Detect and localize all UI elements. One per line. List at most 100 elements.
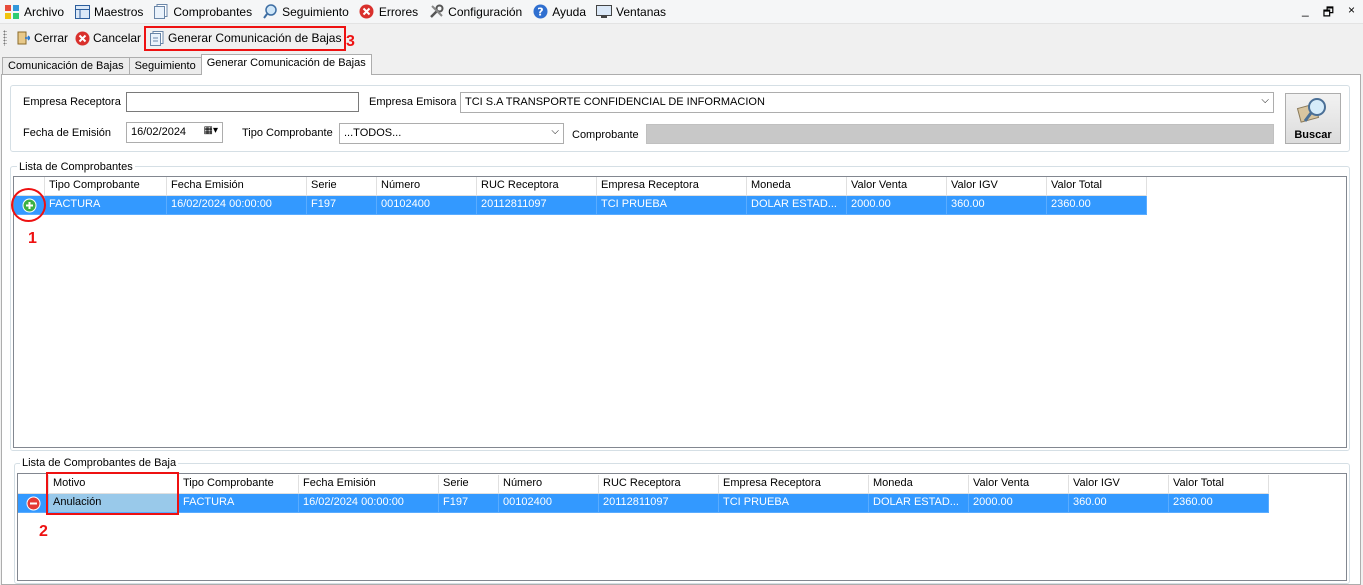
column-header[interactable]: Valor Total	[1169, 475, 1269, 494]
table-cell: 2360.00	[1169, 494, 1269, 513]
table-cell: 16/02/2024 00:00:00	[167, 196, 307, 215]
restore-button[interactable]: 🗗	[1323, 3, 1334, 24]
column-header[interactable]: Valor IGV	[947, 177, 1047, 196]
tools-icon	[428, 4, 444, 20]
table-cell: FACTURA	[45, 196, 167, 215]
column-header[interactable]: Valor IGV	[1069, 475, 1169, 494]
column-header[interactable]: Tipo Comprobante	[179, 475, 299, 494]
lista-bajas-grid[interactable]: Motivo Tipo Comprobante Fecha Emisión Serie…	[17, 473, 1347, 581]
column-header[interactable]: Tipo Comprobante	[45, 177, 167, 196]
fecha-emision-picker[interactable]: 16/02/2024 ▦▾	[126, 122, 223, 143]
column-header[interactable]: Valor Total	[1047, 177, 1147, 196]
column-header[interactable]: Moneda	[869, 475, 969, 494]
menu-archivo-label: Archivo	[24, 4, 65, 19]
menu-comprobantes[interactable]: Comprobantes	[149, 1, 258, 23]
close-button[interactable]: ×	[1348, 3, 1355, 24]
table-cell: TCI PRUEBA	[597, 196, 747, 215]
comprobante-label: Comprobante	[572, 129, 639, 141]
generar-comunicacion-label: Generar Comunicación de Bajas	[168, 31, 342, 45]
empresa-receptora-input[interactable]	[126, 92, 359, 112]
menu-configuracion[interactable]: Configuración	[424, 1, 528, 23]
buscar-button[interactable]: Buscar	[1285, 93, 1341, 144]
menu-comprobantes-label: Comprobantes	[173, 4, 253, 19]
tipo-comprobante-value: ...TODOS...	[344, 127, 402, 139]
cerrar-label: Cerrar	[34, 31, 69, 45]
empresa-emisora-select[interactable]: TCI S.A TRANSPORTE CONFIDENCIAL DE INFOR…	[460, 92, 1274, 113]
annotation-3: 3	[346, 33, 355, 50]
grid-header-row: Motivo Tipo Comprobante Fecha Emisión Serie…	[18, 475, 1269, 494]
empresa-emisora-label: Empresa Emisora	[369, 96, 457, 108]
menu-configuracion-label: Configuración	[448, 4, 523, 19]
column-header[interactable]: Valor Venta	[969, 475, 1069, 494]
column-header[interactable]: RUC Receptora	[477, 177, 597, 196]
cancel-icon	[74, 30, 90, 46]
tab-comunicacion-bajas[interactable]: Comunicación de Bajas	[2, 57, 130, 75]
calendar-dropdown-icon: ▦▾	[203, 125, 218, 136]
row-header-corner	[18, 475, 49, 494]
table-row[interactable]: Anulación FACTURA 16/02/2024 00:00:00 F197 0…	[18, 494, 1269, 513]
table-cell: 00102400	[499, 494, 599, 513]
lista-bajas-title: Lista de Comprobantes de Baja	[20, 457, 179, 469]
lista-comprobantes-grid[interactable]: Tipo Comprobante Fecha Emisión Serie Número…	[13, 176, 1347, 448]
column-header[interactable]: Empresa Receptora	[597, 177, 747, 196]
toolbar-grip[interactable]	[3, 30, 7, 46]
table-cell: 16/02/2024 00:00:00	[299, 494, 439, 513]
table-row[interactable]: FACTURA 16/02/2024 00:00:00 F197 00102400 20…	[14, 196, 1147, 215]
annotation-1: 1	[28, 230, 37, 247]
annotation-circle-1	[11, 188, 46, 222]
chevron-down-icon: ⌵	[551, 126, 559, 137]
monitor-icon	[596, 4, 613, 20]
minimize-button[interactable]: _	[1302, 3, 1309, 24]
generar-comunicacion-button[interactable]: Generar Comunicación de Bajas	[144, 25, 347, 51]
cancelar-button[interactable]: Cancelar	[71, 27, 144, 49]
grid-header-row: Tipo Comprobante Fecha Emisión Serie Número…	[14, 177, 1147, 196]
menu-seguimiento[interactable]: Seguimiento	[258, 1, 355, 23]
column-header[interactable]: RUC Receptora	[599, 475, 719, 494]
tab-strip: Comunicación de Bajas Seguimiento Genera…	[2, 54, 372, 75]
table-cell: 360.00	[1069, 494, 1169, 513]
column-header[interactable]: Moneda	[747, 177, 847, 196]
tab-seguimiento[interactable]: Seguimiento	[128, 57, 202, 75]
remove-icon[interactable]	[26, 496, 41, 511]
tipo-comprobante-select[interactable]: ...TODOS... ⌵	[339, 123, 564, 144]
menu-ventanas[interactable]: Ventanas	[592, 1, 672, 23]
comprobante-input	[646, 124, 1274, 144]
row-header[interactable]	[18, 494, 49, 513]
empresa-receptora-label: Empresa Receptora	[23, 96, 121, 108]
menu-maestros-label: Maestros	[94, 4, 144, 19]
tab-generar-comunicacion[interactable]: Generar Comunicación de Bajas	[200, 54, 372, 75]
cancelar-label: Cancelar	[93, 31, 142, 45]
error-icon	[359, 4, 375, 20]
lista-comprobantes-title: Lista de Comprobantes	[17, 161, 135, 173]
table-cell: FACTURA	[179, 494, 299, 513]
table-cell: 2000.00	[847, 196, 947, 215]
column-header[interactable]: Serie	[439, 475, 499, 494]
column-header[interactable]: Número	[499, 475, 599, 494]
search-icon	[1296, 96, 1330, 129]
table-cell: 20112811097	[477, 196, 597, 215]
column-header[interactable]: Empresa Receptora	[719, 475, 869, 494]
annotation-2: 2	[39, 523, 48, 540]
menu-maestros[interactable]: Maestros	[70, 1, 149, 23]
column-header[interactable]: Fecha Emisión	[299, 475, 439, 494]
cerrar-button[interactable]: Cerrar	[12, 27, 71, 49]
magnifier-icon	[262, 4, 278, 20]
annotation-box-motivo	[46, 472, 179, 515]
column-header[interactable]: Número	[377, 177, 477, 196]
window-controls: _ 🗗 ×	[1302, 3, 1355, 24]
menu-archivo[interactable]: Archivo	[0, 1, 70, 23]
table-cell: DOLAR ESTAD...	[869, 494, 969, 513]
table-cell: 360.00	[947, 196, 1047, 215]
menu-errores[interactable]: Errores	[355, 1, 424, 23]
column-header[interactable]: Fecha Emisión	[167, 177, 307, 196]
menu-ayuda[interactable]: ? Ayuda	[528, 1, 592, 23]
table-cell: 2000.00	[969, 494, 1069, 513]
table-cell: 20112811097	[599, 494, 719, 513]
menu-errores-label: Errores	[378, 4, 419, 19]
empresa-emisora-value: TCI S.A TRANSPORTE CONFIDENCIAL DE INFOR…	[465, 96, 765, 108]
column-header[interactable]: Serie	[307, 177, 377, 196]
document-generate-icon	[149, 30, 165, 46]
app-grid-icon	[4, 4, 20, 20]
column-header[interactable]: Valor Venta	[847, 177, 947, 196]
chevron-down-icon: ⌵	[1261, 95, 1269, 106]
